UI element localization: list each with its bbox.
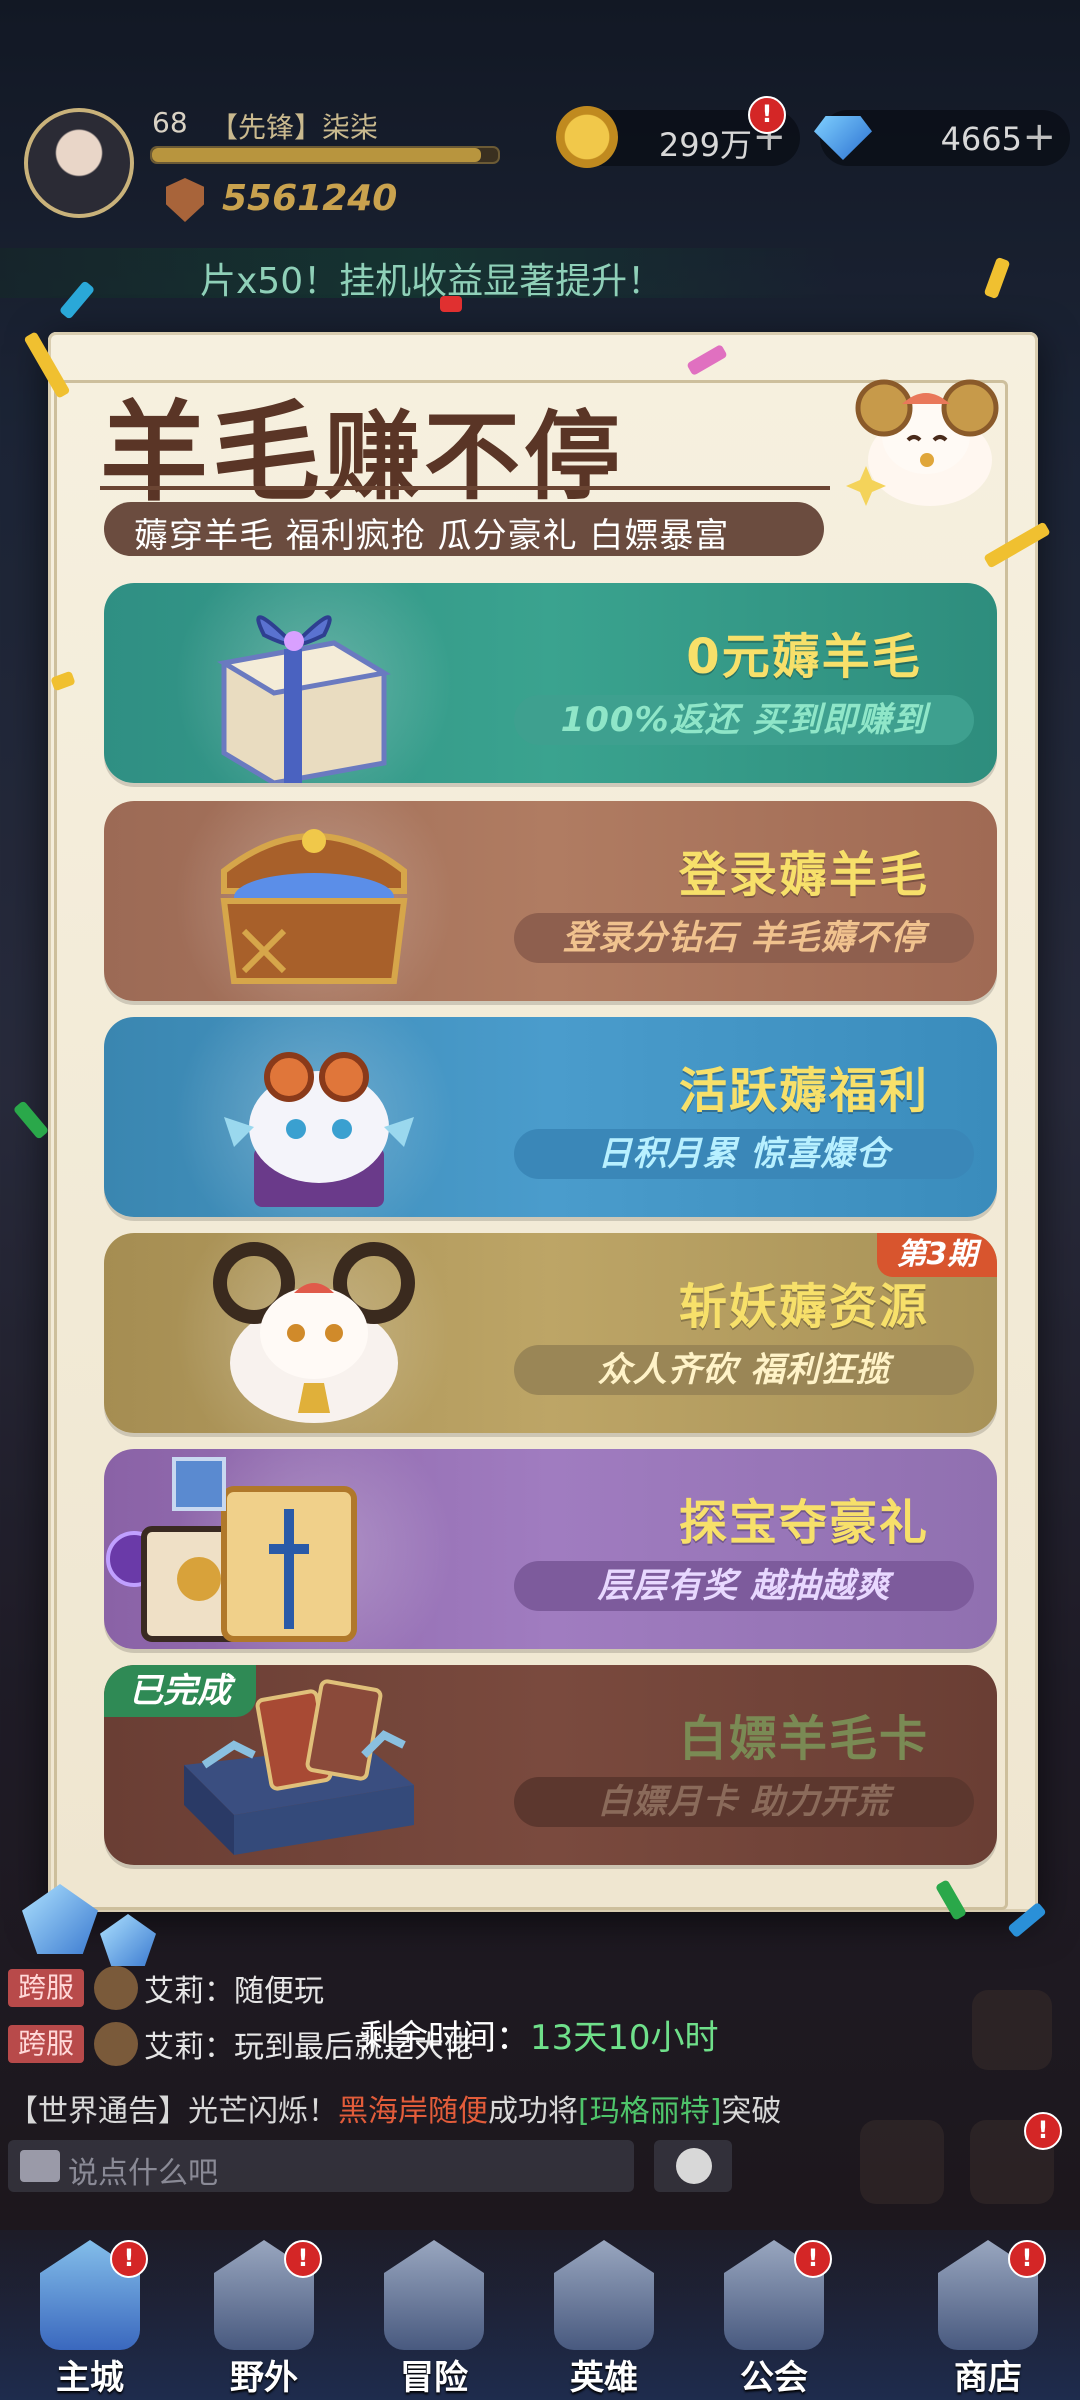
- panel-title-part-2: 赚不停: [324, 401, 625, 513]
- world-announcement-prefix: 【世界通告】光芒闪烁！: [8, 2094, 338, 2129]
- nav-shop[interactable]: 商店!: [908, 2240, 1068, 2400]
- event-card-zero-cost[interactable]: 0元薅羊毛 100%返还 买到即赚到: [104, 583, 997, 783]
- player-name: 【先锋】柒柒: [210, 111, 379, 144]
- keyboard-icon: [20, 2150, 60, 2182]
- cross-server-tag: 跨服: [8, 1969, 84, 2007]
- treasure-chest-icon: [220, 829, 408, 984]
- card-description: 层层有奖 越抽越爽: [514, 1561, 974, 1611]
- treasure-boxes-icon: [106, 1457, 357, 1642]
- cross-server-tag: 跨服: [8, 2025, 84, 2063]
- panel-title: 羊毛赚不停: [100, 366, 624, 522]
- nav-label: 公会: [740, 2358, 808, 2398]
- card-title: 探宝夺豪礼: [678, 1495, 929, 1551]
- nav-alert-badge: !: [284, 2240, 322, 2278]
- gift-box-icon: [217, 615, 391, 783]
- exp-bar: [150, 146, 500, 164]
- nav-main-city[interactable]: 主城!: [10, 2240, 170, 2400]
- panel-title-part-1: 羊毛: [100, 391, 325, 516]
- card-description: 登录分钻石 羊毛薅不停: [514, 913, 974, 963]
- announcement-banner: 片x50！挂机收益显著提升！: [0, 248, 840, 302]
- backpack-button[interactable]: !: [970, 2112, 1062, 2204]
- confetti: [440, 296, 462, 312]
- card-description: 众人齐砍 福利狂揽: [514, 1345, 974, 1395]
- title-underline: [100, 486, 830, 490]
- player-level: 68: [152, 106, 188, 139]
- nav-alert-badge: !: [110, 2240, 148, 2278]
- card-title: 斩妖薅资源: [678, 1279, 929, 1335]
- banner-text: 片x50！挂机收益显著提升！: [200, 261, 664, 302]
- event-card-activity[interactable]: 活跃薅福利 日积月累 惊喜爆仓: [104, 1017, 997, 1217]
- world-announcement-suffix: 突破: [721, 2094, 782, 2129]
- chat-input-placeholder: 说点什么吧: [68, 2156, 218, 2191]
- exp-bar-fill: [152, 148, 481, 162]
- card-description: 100%返还 买到即赚到: [514, 695, 974, 745]
- world-announcement-middle: 成功将: [488, 2094, 578, 2129]
- panel-subtitle-text: 薅穿羊毛 福利疯抢 瓜分豪礼 白嫖暴富: [134, 516, 730, 556]
- diamond-value: 4665: [940, 120, 1022, 158]
- sheep-mascot-icon: [846, 379, 999, 506]
- nav-heroes[interactable]: 英雄: [524, 2240, 684, 2400]
- remaining-time-label: 剩余时间：: [360, 2018, 530, 2058]
- event-card-slay-demon[interactable]: 斩妖薅资源 众人齐砍 福利狂揽 第3期: [104, 1233, 997, 1433]
- player-avatar[interactable]: [24, 108, 134, 218]
- world-announcement-hero: [玛格丽特]: [578, 2094, 722, 2129]
- adventure-icon: [384, 2240, 484, 2350]
- nav-label: 英雄: [570, 2358, 638, 2398]
- chat-text: 艾莉：随便玩: [144, 1974, 324, 2009]
- gold-coin-icon: [556, 106, 618, 168]
- remaining-time-value: 13天10小时: [530, 2018, 719, 2058]
- diamond-counter[interactable]: 4665 +: [814, 110, 1070, 166]
- backpack-alert-badge: !: [1024, 2112, 1062, 2150]
- nav-adventure[interactable]: 冒险: [354, 2240, 514, 2400]
- card-title: 登录薅羊毛: [678, 847, 929, 903]
- nav-label: 野外: [230, 2358, 298, 2398]
- chat-input[interactable]: 说点什么吧: [8, 2140, 634, 2192]
- nav-label: 商店: [954, 2358, 1022, 2398]
- nav-alert-badge: !: [1008, 2240, 1046, 2278]
- card-description: 日积月累 惊喜爆仓: [514, 1129, 974, 1179]
- world-announcement: 【世界通告】光芒闪烁！黑海岸随便成功将[玛格丽特]突破: [8, 2086, 781, 2130]
- nav-label: 主城: [56, 2358, 124, 2398]
- panel-subtitle: 薅穿羊毛 福利疯抢 瓜分豪礼 白嫖暴富: [104, 502, 824, 556]
- event-card-treasure-hunt[interactable]: 探宝夺豪礼 层层有奖 越抽越爽: [104, 1449, 997, 1649]
- chat-avatar: [94, 2022, 138, 2066]
- emoji-button[interactable]: [654, 2140, 732, 2192]
- ram-creature-icon: [213, 1242, 415, 1423]
- nav-alert-badge: !: [794, 2240, 832, 2278]
- nav-guild[interactable]: 公会!: [694, 2240, 854, 2400]
- remaining-time: 剩余时间：13天10小时: [360, 2010, 719, 2059]
- gold-alert-badge: !: [748, 96, 786, 134]
- event-card-login[interactable]: 登录薅羊毛 登录分钻石 羊毛薅不停: [104, 801, 997, 1001]
- helmet-icon: [554, 2240, 654, 2350]
- event-card-free-card[interactable]: 白嫖羊毛卡 白嫖月卡 助力开荒 已完成: [104, 1665, 997, 1865]
- pet-creature-icon: [224, 1052, 414, 1207]
- combat-power: 5561240: [222, 178, 398, 219]
- completed-badge: 已完成: [104, 1665, 256, 1717]
- card-description: 白嫖月卡 助力开荒: [514, 1777, 974, 1827]
- card-title: 0元薅羊毛: [686, 629, 922, 685]
- gold-counter[interactable]: 299万 + !: [556, 96, 800, 168]
- add-diamond-icon[interactable]: +: [1022, 114, 1056, 160]
- friends-button[interactable]: [972, 1990, 1052, 2070]
- gold-value: 299万: [658, 126, 752, 164]
- emoji-icon: [676, 2148, 712, 2184]
- nav-wild[interactable]: 野外!: [184, 2240, 344, 2400]
- card-title: 活跃薅福利: [678, 1063, 929, 1119]
- ranking-button[interactable]: [860, 2120, 944, 2204]
- issue-number-badge: 第3期: [877, 1233, 997, 1277]
- chat-avatar: [94, 1966, 138, 2010]
- card-title: 白嫖羊毛卡: [678, 1711, 929, 1767]
- chat-message: 跨服 艾莉：随便玩: [8, 1966, 324, 2010]
- nav-label: 冒险: [400, 2358, 468, 2398]
- world-announcement-player: 黑海岸随便: [338, 2094, 488, 2129]
